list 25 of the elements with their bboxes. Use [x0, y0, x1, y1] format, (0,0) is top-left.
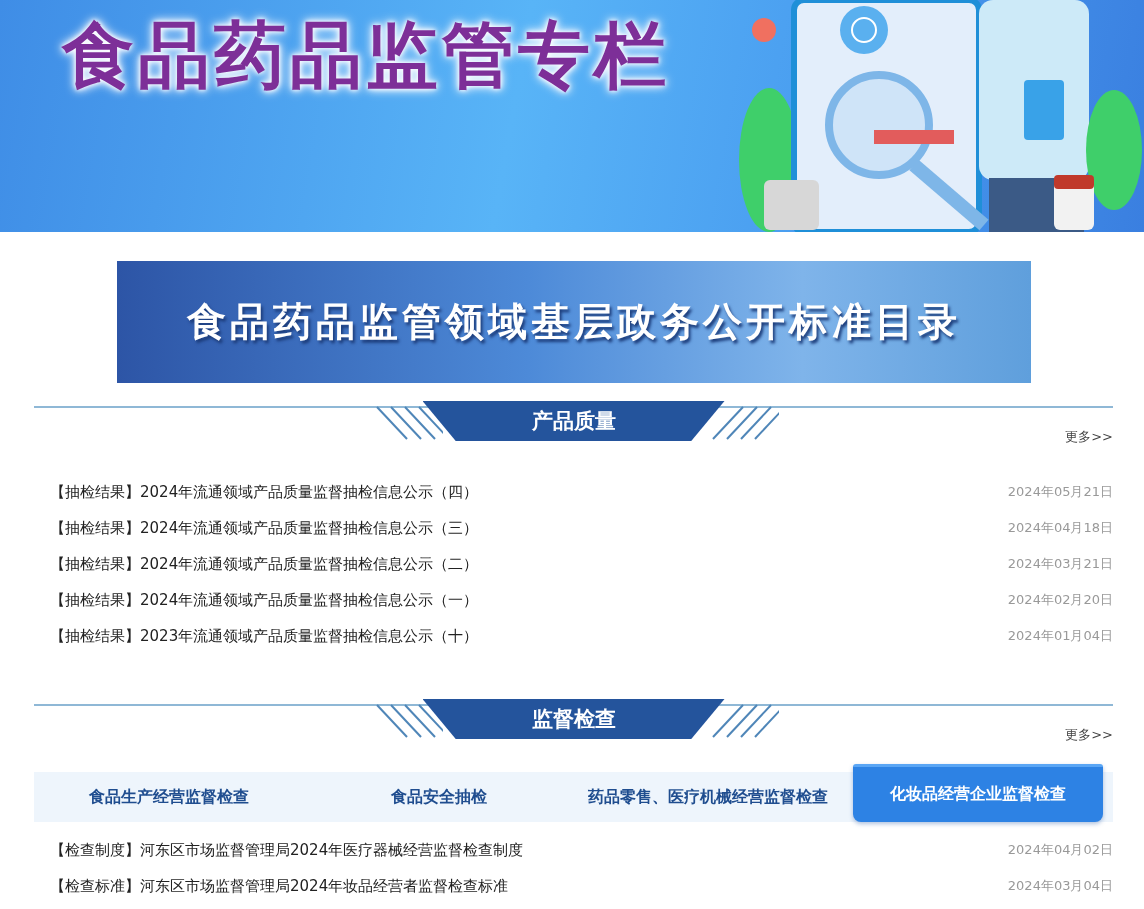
article-link[interactable]: 【抽检结果】2024年流通领域产品质量监督抽检信息公示（四） [50, 482, 479, 502]
article-date: 2024年04月02日 [1007, 841, 1113, 859]
article-date: 2024年03月04日 [1007, 877, 1113, 895]
category-tab[interactable]: 化妆品经营企业监督检查 [853, 764, 1103, 822]
article-link[interactable]: 【抽检结果】2023年流通领域产品质量监督抽检信息公示（十） [50, 626, 479, 646]
article-date: 2024年03月21日 [1007, 555, 1113, 573]
catalog-banner[interactable]: 食品药品监管领域基层政务公开标准目录 [117, 261, 1031, 383]
article-date: 2024年05月21日 [1007, 483, 1113, 501]
section-title: 产品质量 [422, 401, 725, 441]
more-link[interactable]: 更多>> [1065, 428, 1113, 446]
article-link[interactable]: 【抽检结果】2024年流通领域产品质量监督抽检信息公示（一） [50, 590, 479, 610]
section-title: 监督检查 [422, 699, 725, 739]
article-date: 2024年02月20日 [1007, 591, 1113, 609]
category-tab[interactable]: 食品安全抽检 [303, 772, 574, 822]
article-date: 2024年04月18日 [1007, 519, 1113, 537]
category-tab[interactable]: 食品生产经营监督检查 [34, 772, 304, 822]
catalog-title: 食品药品监管领域基层政务公开标准目录 [187, 298, 961, 346]
article-date: 2024年01月04日 [1007, 627, 1113, 645]
article-link[interactable]: 【抽检结果】2024年流通领域产品质量监督抽检信息公示（三） [50, 518, 479, 538]
banner-title: 食品药品监管专栏 [62, 14, 670, 96]
category-tab[interactable]: 药品零售、医疗机械经营监督检查 [573, 772, 844, 822]
more-link[interactable]: 更多>> [1065, 726, 1113, 744]
article-link[interactable]: 【抽检结果】2024年流通领域产品质量监督抽检信息公示（二） [50, 554, 479, 574]
article-link[interactable]: 【检查标准】河东区市场监督管理局2024年妆品经营者监督检查标准 [50, 876, 509, 896]
article-link[interactable]: 【检查制度】河东区市场监督管理局2024年医疗器械经营监督检查制度 [50, 840, 524, 860]
